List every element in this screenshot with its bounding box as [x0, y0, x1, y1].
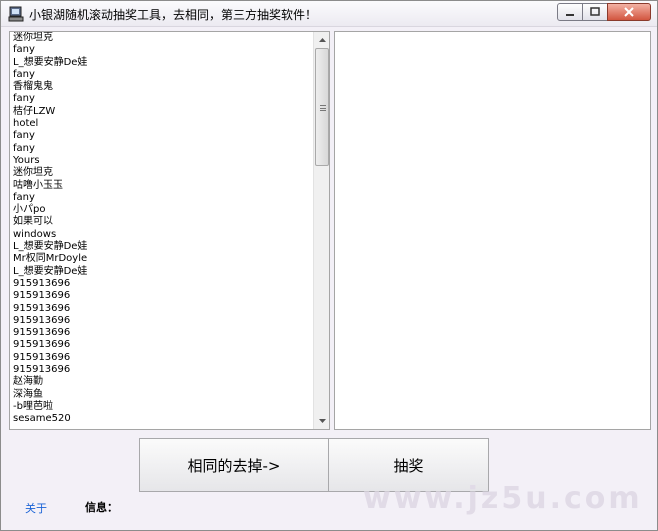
app-window: 小银湖随机滚动抽奖工具，去相同，第三方抽奖软件！ 迷你坦克 fany L_想要安静D… [0, 0, 658, 531]
list-item[interactable]: 915913696 [13, 303, 313, 315]
list-item[interactable]: 香榴鬼鬼 [13, 81, 313, 93]
app-icon [8, 6, 24, 22]
list-item[interactable]: 915913696 [13, 290, 313, 302]
list-item[interactable]: hotel [13, 118, 313, 130]
list-item[interactable]: 915913696 [13, 352, 313, 364]
names-list-items: 迷你坦克 fany L_想要安静De娃 fany 香榴鬼鬼 fany 桔仔LZW hotel f… [13, 32, 313, 426]
scroll-down-button[interactable] [314, 413, 329, 429]
scroll-up-button[interactable] [314, 32, 329, 48]
list-item[interactable]: fany [13, 130, 313, 142]
list-item[interactable]: 小パpo [13, 204, 313, 216]
list-item[interactable]: fany [13, 143, 313, 155]
list-item[interactable]: 915913696 [13, 327, 313, 339]
list-item[interactable]: 915913696 [13, 315, 313, 327]
list-item[interactable]: L_想要安静De娃 [13, 241, 313, 253]
list-item[interactable]: L_想要安静De娃 [13, 266, 313, 278]
list-item[interactable]: 咕噜小玉玉 [13, 180, 313, 192]
info-label: 信息： [85, 501, 118, 514]
title-bar[interactable]: 小银湖随机滚动抽奖工具，去相同，第三方抽奖软件！ [1, 1, 657, 27]
list-item[interactable]: Mr权同MrDoyle [13, 253, 313, 265]
list-item[interactable]: fany [13, 192, 313, 204]
list-item[interactable]: L_想要安静De娃 [13, 57, 313, 69]
list-item[interactable]: fany [13, 69, 313, 81]
minimize-button[interactable] [557, 3, 583, 21]
list-item[interactable]: 915913696 [13, 278, 313, 290]
minimize-icon [566, 14, 574, 16]
grip-icon [320, 105, 326, 111]
list-item[interactable]: 如果可以 [13, 216, 313, 228]
list-item[interactable]: 深海鱼 [13, 389, 313, 401]
arrow-down-icon [318, 419, 326, 423]
result-list[interactable] [334, 31, 651, 430]
about-link[interactable]: 关于 [25, 500, 47, 516]
list-item[interactable]: -b哩芭啦 [13, 401, 313, 413]
maximize-button[interactable] [582, 3, 608, 21]
scrollbar-thumb[interactable] [315, 48, 329, 166]
list-item[interactable]: 桔仔LZW [13, 106, 313, 118]
close-button[interactable] [607, 3, 651, 21]
list-item[interactable]: 迷你坦克 [13, 167, 313, 179]
list-item[interactable]: fany [13, 93, 313, 105]
list-item[interactable]: fany [13, 44, 313, 56]
dedupe-button[interactable]: 相同的去掉-> [139, 438, 329, 492]
close-icon [624, 7, 634, 17]
list-item[interactable]: 915913696 [13, 339, 313, 351]
window-controls [557, 3, 651, 21]
list-item[interactable]: windows [13, 229, 313, 241]
list-item[interactable]: 迷你坦克 [13, 32, 313, 44]
list-item[interactable]: sesame520 [13, 413, 313, 425]
watermark: www.jz5u.com [363, 481, 643, 516]
list-item[interactable]: 赵海勤 [13, 376, 313, 388]
list-item[interactable]: Yours [13, 155, 313, 167]
vertical-scrollbar[interactable] [313, 32, 329, 429]
list-item[interactable]: 915913696 [13, 364, 313, 376]
window-title: 小银湖随机滚动抽奖工具，去相同，第三方抽奖软件！ [29, 8, 318, 22]
arrow-up-icon [318, 38, 326, 42]
names-list[interactable]: 迷你坦克 fany L_想要安静De娃 fany 香榴鬼鬼 fany 桔仔LZW hotel f… [9, 31, 330, 430]
maximize-icon [590, 7, 600, 16]
